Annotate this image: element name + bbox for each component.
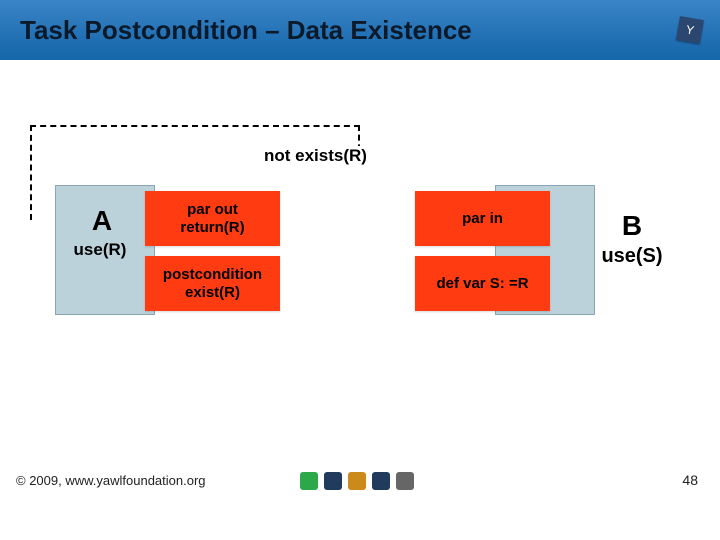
right-red-column: par in def var S: =R [415,191,550,311]
left-red-column: par out return(R) postcondition exist(R) [145,191,280,311]
yawl-logo-icon: Y [676,16,704,44]
postcondition-box: postcondition exist(R) [145,256,280,311]
task-a-sub: use(R) [60,240,140,260]
slide-header: Task Postcondition – Data Existence Y [0,0,720,60]
copyright-text: © 2009, www.yawlfoundation.org [16,473,206,488]
logo-letter-icon [372,472,390,490]
par-in-box: par in [415,191,550,246]
page-number: 48 [682,472,698,488]
def-var-box: def var S: =R [415,256,550,311]
task-b-name: B [572,210,692,242]
footer-icon-row [300,472,414,490]
logo-letter-icon [324,472,342,490]
par-out-box: par out return(R) [145,191,280,246]
task-a-name: A [72,205,132,237]
slide-body: not exists(R) A use(R) par out return(R)… [0,60,720,500]
not-exists-label: not exists(R) [260,146,371,166]
logo-letter-icon [396,472,414,490]
task-b-sub: use(S) [572,245,692,268]
logo-letter-icon [348,472,366,490]
slide-title: Task Postcondition – Data Existence [20,15,472,46]
play-icon [300,472,318,490]
